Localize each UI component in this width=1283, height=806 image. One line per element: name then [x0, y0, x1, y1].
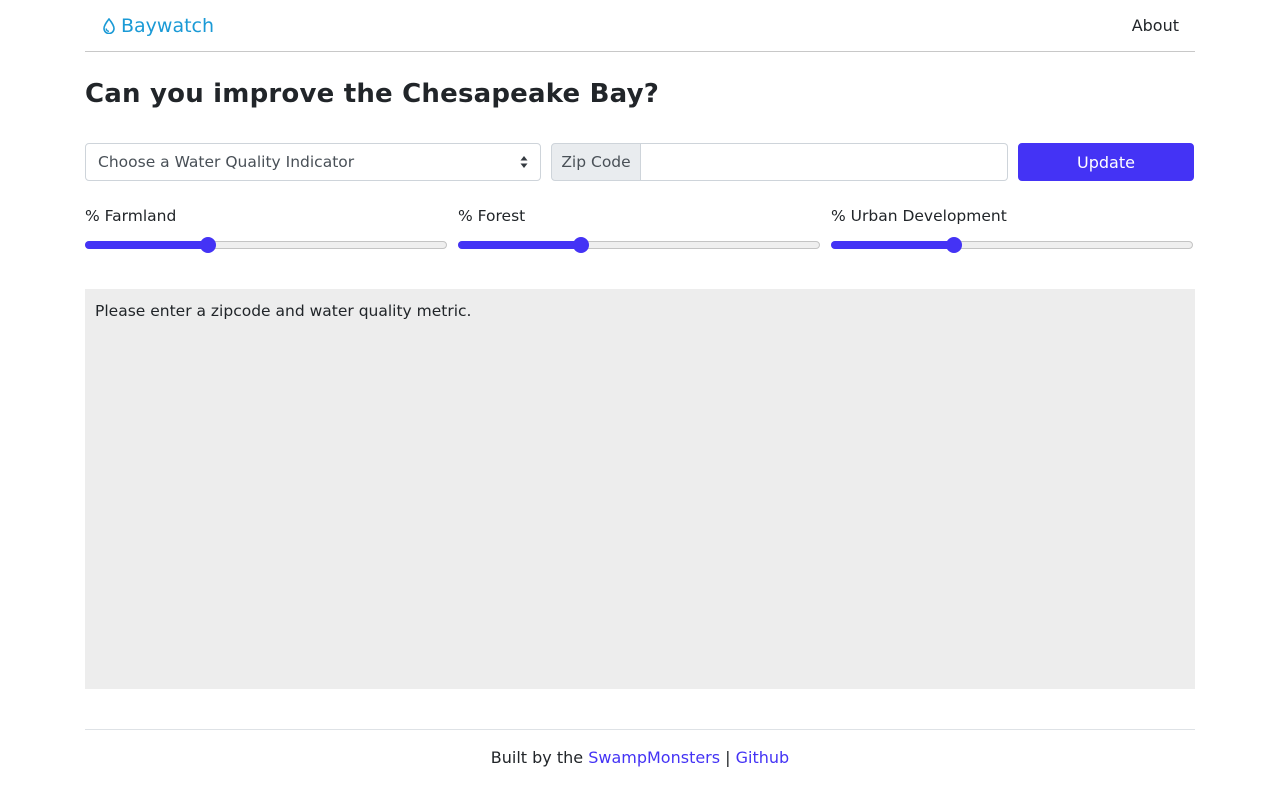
zip-code-input[interactable]: [641, 143, 1008, 181]
nav-about-link[interactable]: About: [1132, 16, 1179, 35]
forest-slider-label: % Forest: [458, 207, 526, 225]
farmland-slider-block: % Farmland: [85, 207, 447, 253]
github-link[interactable]: Github: [736, 748, 790, 767]
farmland-slider-thumb[interactable]: [200, 237, 217, 253]
footer-prefix: Built by the: [490, 748, 589, 767]
urban-development-slider-fill: [831, 241, 954, 249]
page-container: Baywatch About Can you improve the Chesa…: [85, 0, 1195, 767]
land-use-sliders: % Farmland % Forest % Urban Development: [85, 207, 1195, 257]
query-controls: Choose a Water Quality Indicator Zip Cod…: [85, 143, 1195, 181]
update-button[interactable]: Update: [1018, 143, 1194, 181]
swampmonsters-link[interactable]: SwampMonsters: [588, 748, 720, 767]
result-panel: Please enter a zipcode and water quality…: [85, 289, 1195, 689]
urban-development-slider-label: % Urban Development: [831, 207, 1007, 225]
forest-slider-thumb[interactable]: [573, 237, 590, 253]
zip-code-group: Zip Code: [551, 143, 1008, 181]
select-selected-value: Choose a Water Quality Indicator: [98, 153, 355, 171]
result-message: Please enter a zipcode and water quality…: [95, 302, 472, 320]
zip-code-label: Zip Code: [551, 143, 641, 181]
urban-development-slider-block: % Urban Development: [831, 207, 1193, 253]
water-quality-indicator-select[interactable]: Choose a Water Quality Indicator: [85, 143, 541, 181]
footer-separator: |: [720, 748, 736, 767]
page-title: Can you improve the Chesapeake Bay?: [85, 79, 660, 109]
water-drop-icon: [103, 17, 115, 34]
forest-slider[interactable]: [458, 237, 820, 253]
select-caret-icon: [520, 156, 528, 168]
farmland-slider-fill: [85, 241, 208, 249]
urban-development-slider-thumb[interactable]: [946, 237, 963, 253]
farmland-slider-label: % Farmland: [85, 207, 177, 225]
brand-link[interactable]: Baywatch: [103, 15, 214, 37]
footer: Built by the SwampMonsters | Github: [85, 729, 1195, 767]
navbar: Baywatch About: [85, 0, 1195, 52]
urban-development-slider[interactable]: [831, 237, 1193, 253]
brand-name: Baywatch: [121, 14, 215, 37]
forest-slider-block: % Forest: [458, 207, 820, 253]
farmland-slider[interactable]: [85, 237, 447, 253]
forest-slider-fill: [458, 241, 581, 249]
